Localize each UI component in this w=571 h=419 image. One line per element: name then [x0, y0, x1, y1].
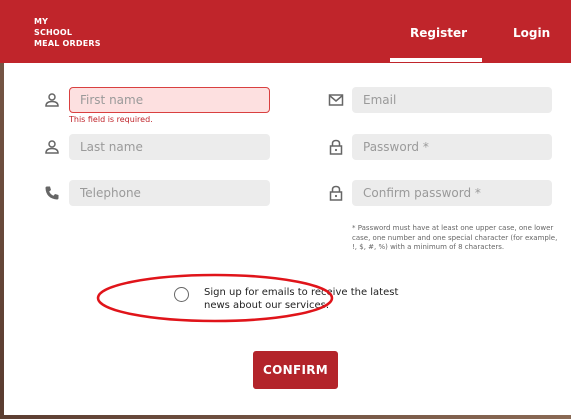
- confirm-password-input[interactable]: [352, 180, 552, 206]
- first-name-error: This field is required.: [69, 115, 153, 124]
- email-input[interactable]: [352, 87, 552, 113]
- app-header: MY SCHOOL MEAL ORDERS Register Login: [0, 0, 571, 63]
- active-tab-indicator: [390, 58, 482, 62]
- password-input[interactable]: [352, 134, 552, 160]
- telephone-input[interactable]: [69, 180, 270, 206]
- phone-icon: [45, 186, 59, 200]
- person-icon: [45, 140, 59, 154]
- nav-login-link[interactable]: Login: [513, 26, 550, 40]
- password-hint: * Password must have at least one upper …: [352, 224, 558, 251]
- brand-logo[interactable]: MY SCHOOL MEAL ORDERS: [34, 16, 101, 49]
- newsletter-radio[interactable]: [174, 287, 189, 302]
- brand-line-2: SCHOOL: [34, 28, 73, 37]
- last-name-input[interactable]: [69, 134, 270, 160]
- brand-line-1: MY: [34, 17, 49, 26]
- lock-icon: [329, 185, 343, 201]
- newsletter-label[interactable]: Sign up for emails to receive the latest…: [204, 286, 419, 312]
- envelope-icon: [328, 94, 344, 106]
- lock-icon: [329, 139, 343, 155]
- nav-register-link[interactable]: Register: [410, 26, 467, 40]
- brand-line-3: MEAL ORDERS: [34, 39, 101, 48]
- person-icon: [45, 93, 59, 107]
- first-name-input[interactable]: [69, 87, 270, 113]
- confirm-button[interactable]: CONFIRM: [253, 351, 338, 389]
